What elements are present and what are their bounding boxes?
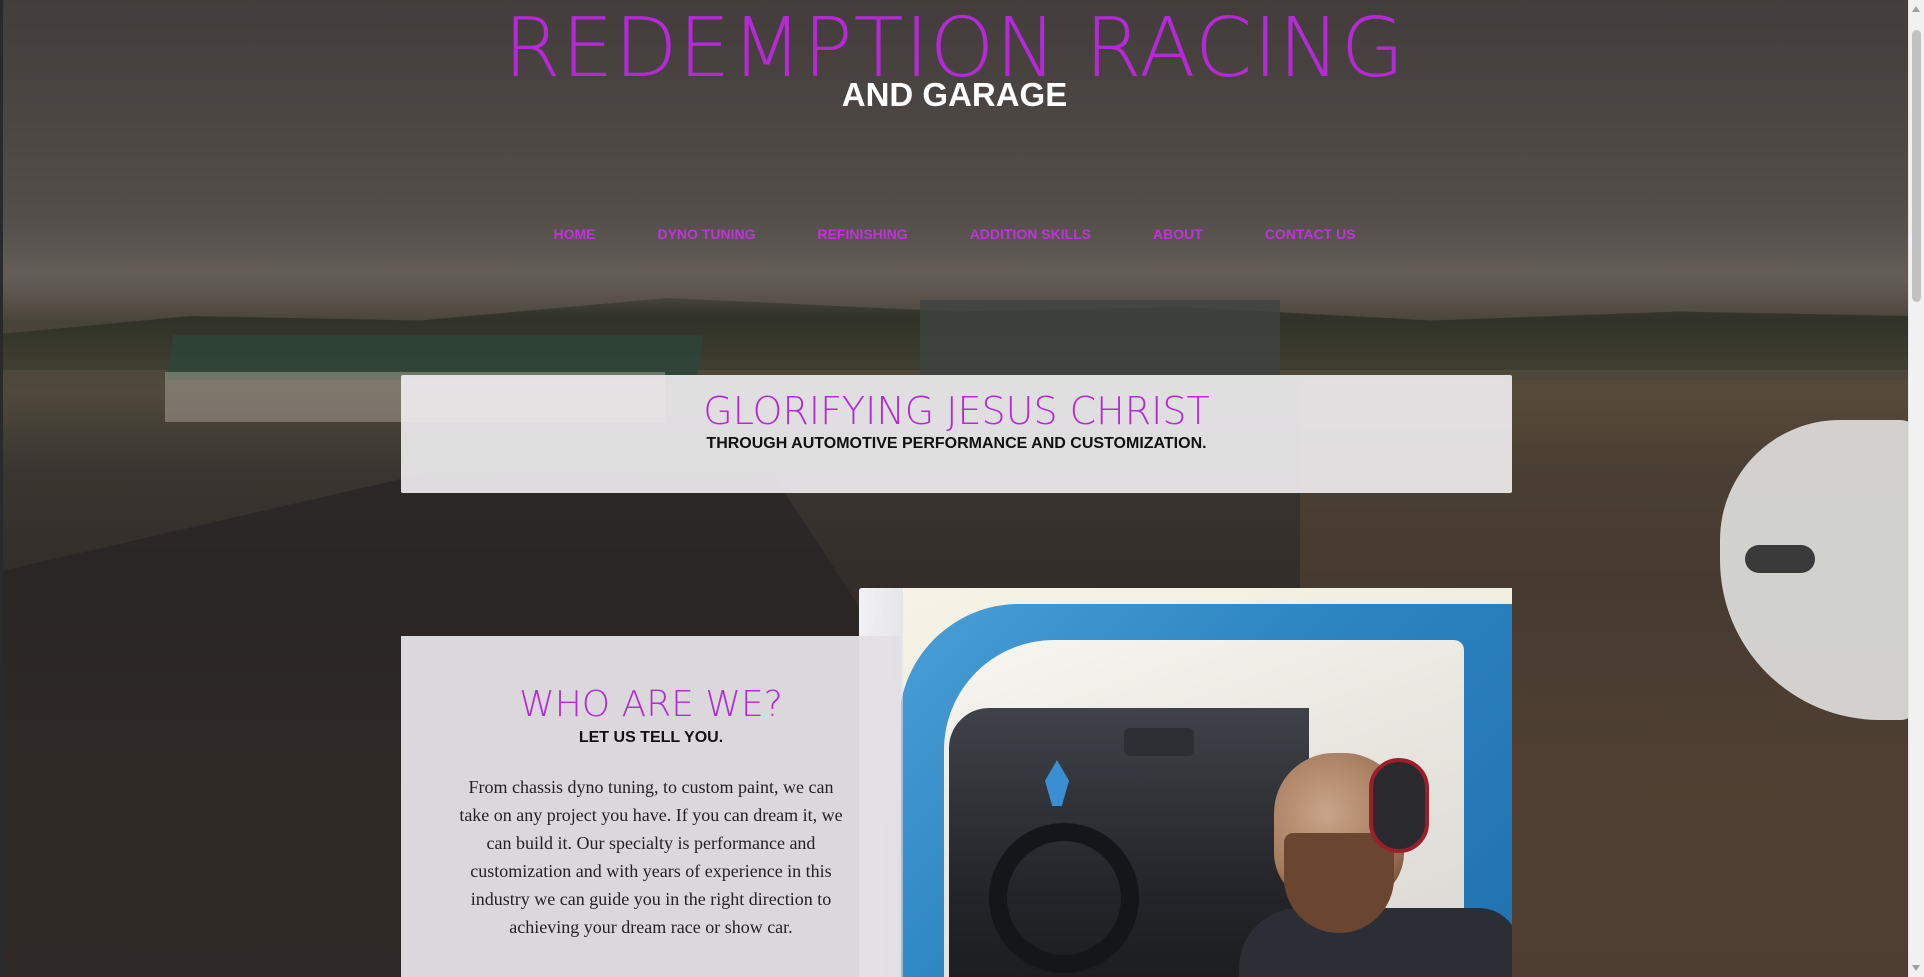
- about-section: WHO ARE WE? LET US TELL YOU. From chassi…: [401, 636, 901, 977]
- nav-contact-us[interactable]: CONTACT US: [1265, 226, 1356, 242]
- mission-banner: GLORIFYING JESUS CHRIST THROUGH AUTOMOTI…: [401, 375, 1512, 493]
- shed-scenery: [920, 300, 1280, 380]
- chevron-down-icon[interactable]: [1912, 965, 1920, 971]
- vertical-scrollbar[interactable]: [1908, 0, 1924, 977]
- steering-wheel-shape: [989, 823, 1139, 973]
- mission-subtitle: THROUGH AUTOMOTIVE PERFORMANCE AND CUSTO…: [706, 435, 1207, 452]
- nav-dyno-tuning[interactable]: DYNO TUNING: [657, 226, 755, 242]
- window-edge: [0, 0, 3, 977]
- car-headlight-scenery: [1745, 545, 1815, 573]
- headphones-shape: [1369, 758, 1429, 853]
- nav-addition-skills[interactable]: ADDITION SKILLS: [970, 226, 1091, 242]
- site-subtitle: AND GARAGE: [841, 76, 1068, 113]
- about-body: From chassis dyno tuning, to custom pain…: [459, 777, 843, 937]
- about-title: WHO ARE WE?: [519, 684, 783, 725]
- about-subtitle: LET US TELL YOU.: [578, 729, 724, 746]
- nav-about[interactable]: ABOUT: [1153, 226, 1203, 242]
- hero-background: REDEMPTION RACING AND GARAGE HOME DYNO T…: [0, 0, 1909, 977]
- main-nav: HOME DYNO TUNING REFINISHING ADDITION SK…: [0, 226, 1909, 242]
- nav-refinishing[interactable]: REFINISHING: [817, 226, 907, 242]
- mission-title: GLORIFYING JESUS CHRIST: [703, 389, 1210, 433]
- chevron-up-icon[interactable]: [1912, 6, 1920, 12]
- rearview-mirror-shape: [1124, 728, 1194, 756]
- scrollbar-thumb[interactable]: [1912, 30, 1921, 302]
- nav-home[interactable]: HOME: [553, 226, 595, 242]
- mechanic-car-photo: [859, 588, 1512, 977]
